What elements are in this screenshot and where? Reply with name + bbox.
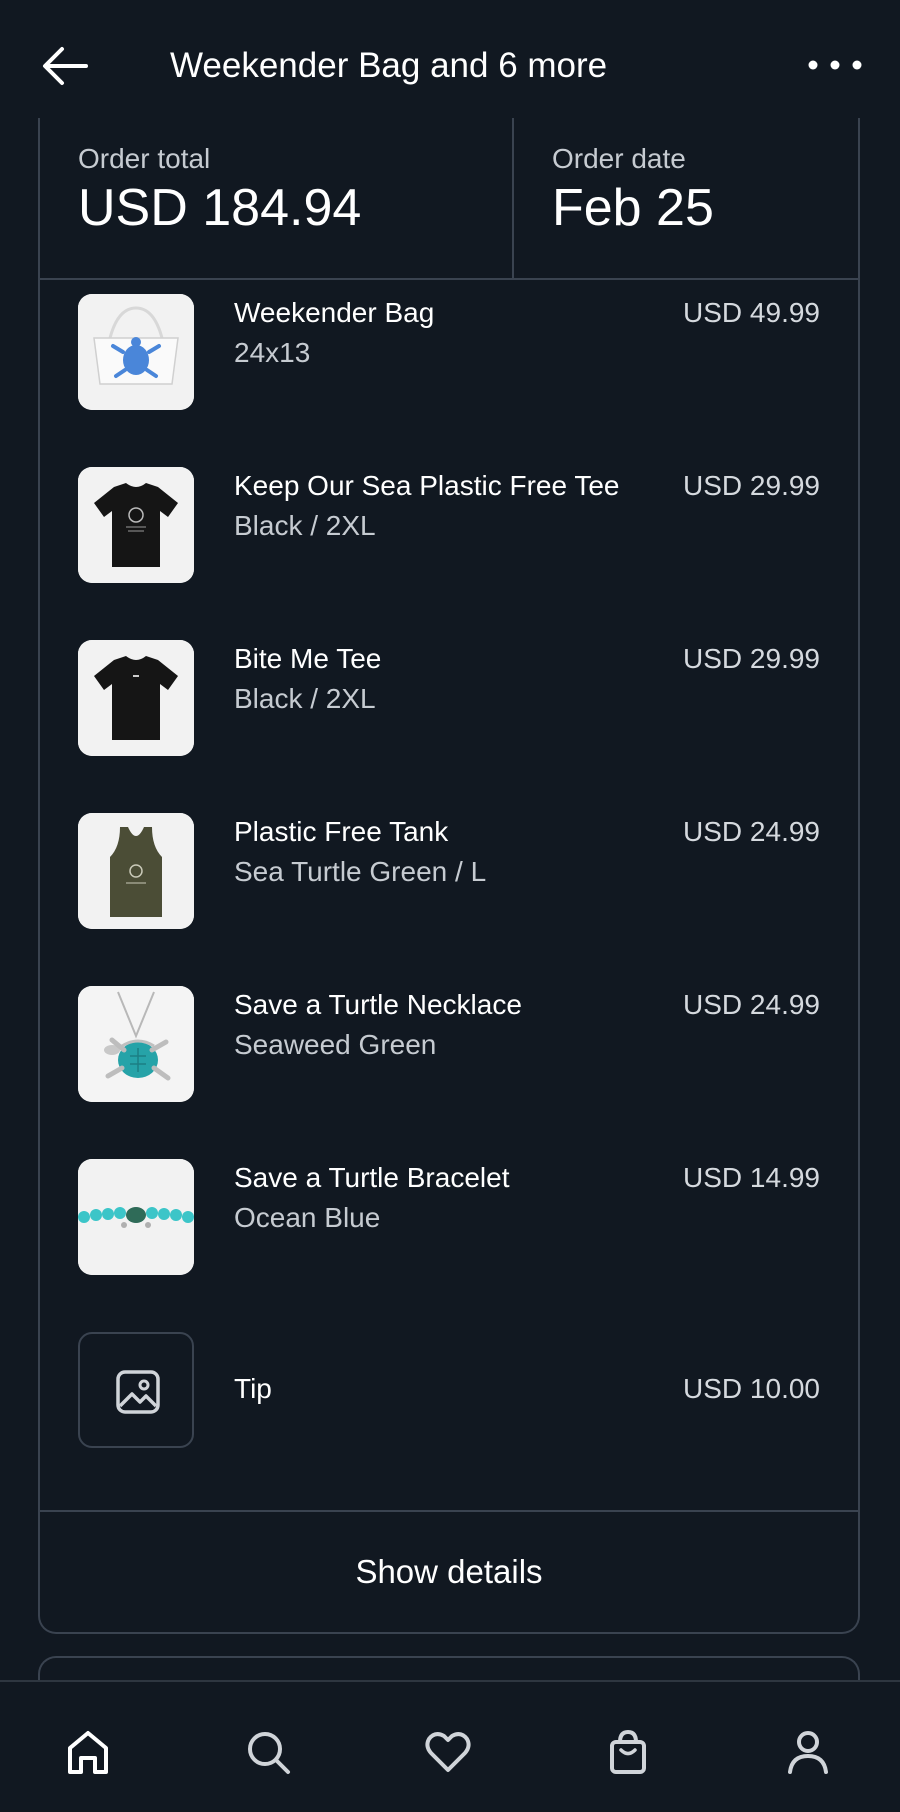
black-tee-image — [78, 467, 194, 583]
search-icon[interactable] — [238, 1722, 298, 1782]
top-bar: Weekender Bag and 6 more — [0, 0, 900, 130]
item-variant: Ocean Blue — [234, 1202, 381, 1233]
item-name: Weekender Bag — [234, 297, 435, 328]
item-variant: 24x13 — [234, 337, 311, 368]
order-date: Order date Feb 25 — [552, 142, 714, 238]
more-options-icon[interactable] — [805, 50, 865, 80]
list-item[interactable]: Save a Turtle Necklace Seaweed Green USD… — [40, 986, 858, 1104]
item-name: Bite Me Tee — [234, 643, 382, 674]
item-price: USD 29.99 — [683, 470, 820, 501]
shopping-bag-icon[interactable] — [598, 1722, 658, 1782]
summary-divider — [512, 118, 514, 278]
item-name: Tip — [234, 1373, 272, 1404]
list-item[interactable]: Bite Me Tee Black / 2XL USD 29.99 — [40, 640, 858, 758]
order-card: Order total USD 184.94 Order date Feb 25 — [38, 118, 860, 1634]
item-name: Plastic Free Tank — [234, 816, 449, 847]
bracelet-image — [78, 1159, 194, 1275]
order-summary: Order total USD 184.94 Order date Feb 25 — [40, 118, 858, 280]
item-name: Save a Turtle Necklace — [234, 989, 522, 1020]
item-variant: Seaweed Green — [234, 1029, 437, 1060]
weekender-bag-image — [78, 294, 194, 410]
order-date-value: Feb 25 — [552, 179, 714, 237]
show-details-button[interactable]: Show details — [40, 1512, 858, 1632]
item-name: Save a Turtle Bracelet — [234, 1162, 510, 1193]
bottom-navigation — [0, 1680, 900, 1812]
item-price: USD 10.00 — [683, 1373, 820, 1404]
order-total-label: Order total — [78, 143, 211, 174]
image-placeholder-icon — [78, 1332, 194, 1448]
page-title: Weekender Bag and 6 more — [170, 46, 608, 85]
heart-icon[interactable] — [418, 1722, 478, 1782]
order-total: Order total USD 184.94 — [78, 142, 361, 238]
item-price: USD 24.99 — [683, 816, 820, 847]
item-price: USD 49.99 — [683, 297, 820, 328]
item-variant: Black / 2XL — [234, 510, 376, 541]
home-icon[interactable] — [58, 1722, 118, 1782]
list-item[interactable]: Tip USD 10.00 — [40, 1332, 858, 1450]
list-item[interactable]: Weekender Bag 24x13 USD 49.99 — [40, 294, 858, 412]
item-price: USD 29.99 — [683, 643, 820, 674]
item-name: Keep Our Sea Plastic Free Tee — [234, 470, 620, 501]
order-date-label: Order date — [552, 143, 686, 174]
profile-icon[interactable] — [778, 1722, 838, 1782]
list-item[interactable]: Plastic Free Tank Sea Turtle Green / L U… — [40, 813, 858, 931]
order-total-value: USD 184.94 — [78, 179, 362, 237]
turtle-necklace-image — [78, 986, 194, 1102]
item-variant: Black / 2XL — [234, 683, 376, 714]
list-item[interactable]: Keep Our Sea Plastic Free Tee Black / 2X… — [40, 467, 858, 585]
list-item[interactable]: Save a Turtle Bracelet Ocean Blue USD 14… — [40, 1159, 858, 1277]
back-arrow-icon[interactable] — [40, 44, 90, 88]
green-tank-image — [78, 813, 194, 929]
item-price: USD 14.99 — [683, 1162, 820, 1193]
item-variant: Sea Turtle Green / L — [234, 856, 487, 887]
item-price: USD 24.99 — [683, 989, 820, 1020]
black-tee-image — [78, 640, 194, 756]
